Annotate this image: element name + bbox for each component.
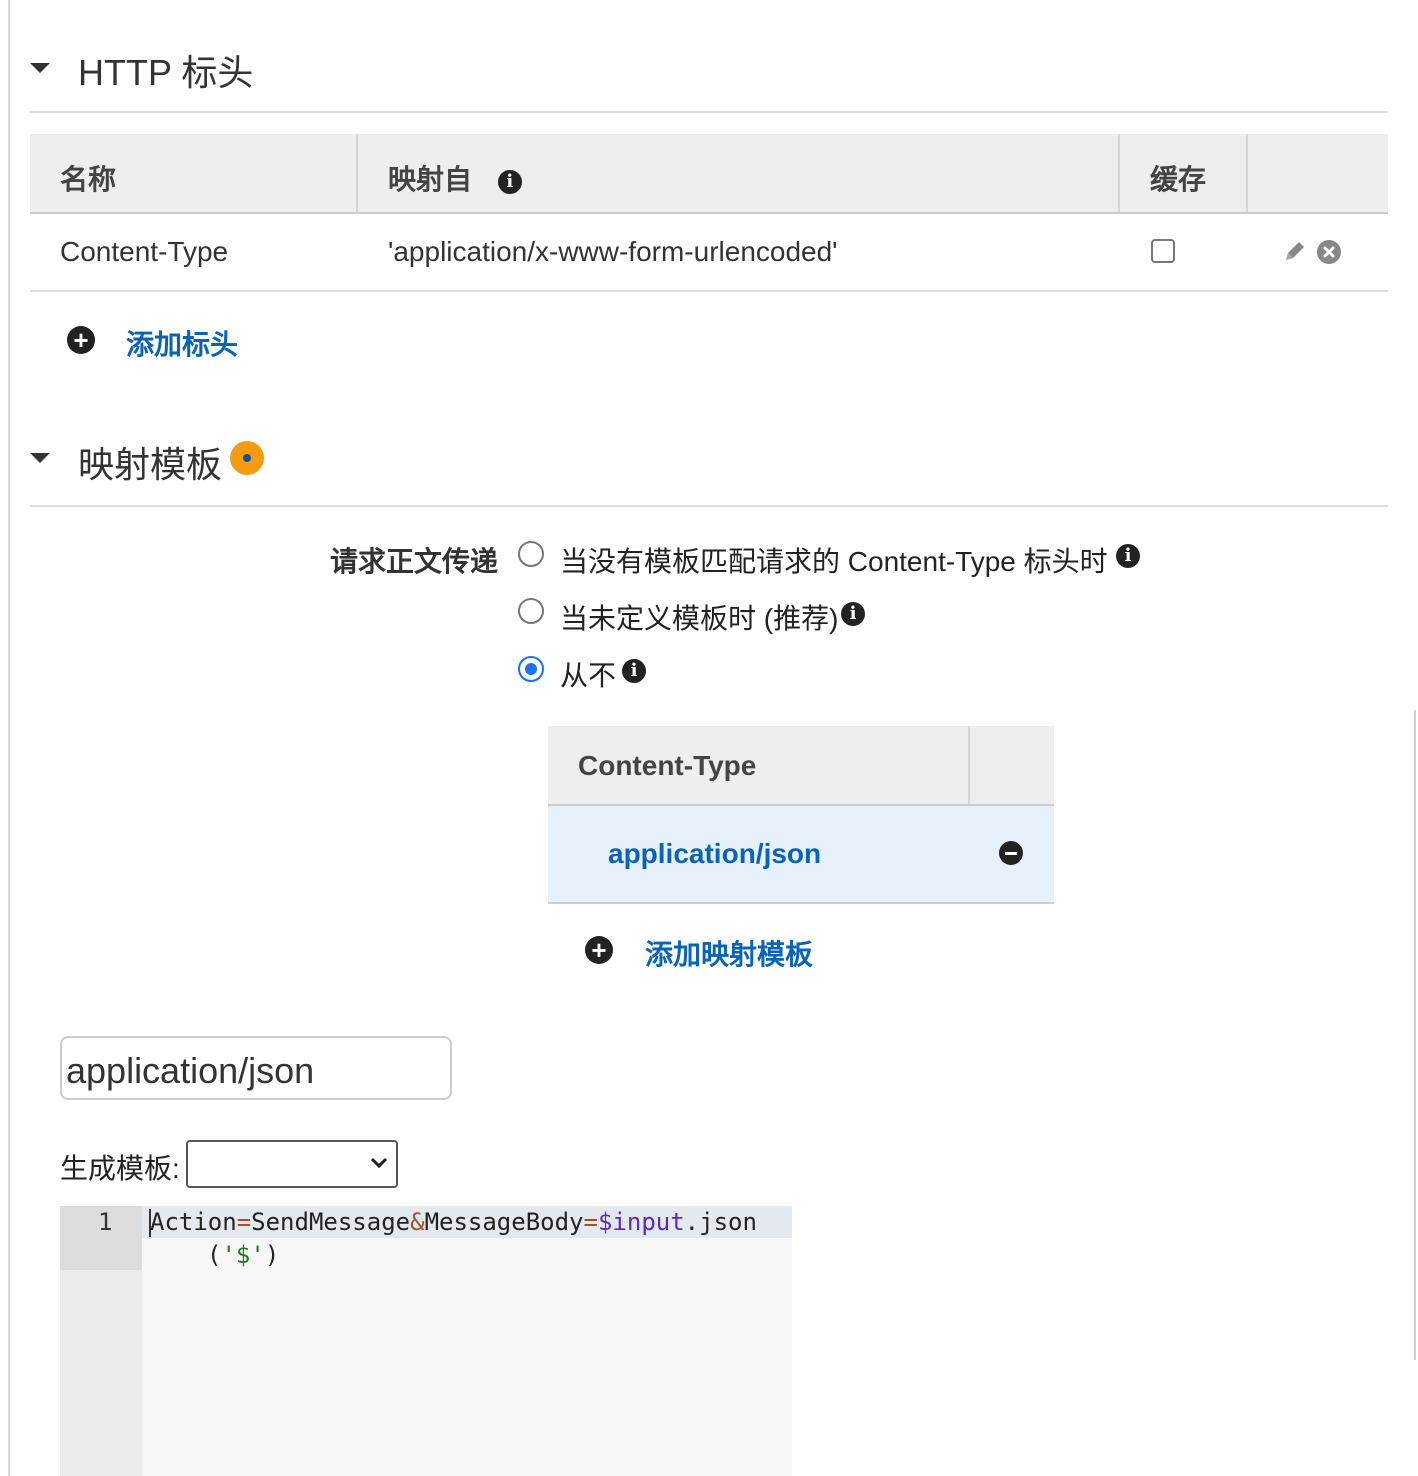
code-token: MessageBody xyxy=(424,1208,584,1236)
info-icon[interactable]: i xyxy=(622,659,646,683)
header-name: Content-Type xyxy=(60,236,229,267)
code-token: & xyxy=(410,1208,425,1236)
divider xyxy=(30,505,1388,507)
code-token: '$' xyxy=(221,1241,265,1269)
chevron-down-icon xyxy=(370,1157,388,1169)
remove-minus-icon[interactable] xyxy=(999,841,1023,865)
code-token: ( xyxy=(207,1241,222,1269)
code-line-1-wrap: ('$') xyxy=(207,1241,279,1269)
info-icon[interactable]: i xyxy=(1116,544,1140,568)
content-type-field[interactable]: application/json xyxy=(60,1036,452,1100)
radio-label: 从不 xyxy=(560,660,617,691)
code-line-1: Action=SendMessage&MessageBody=$input.js… xyxy=(150,1208,757,1236)
collapse-caret-icon[interactable] xyxy=(30,63,50,73)
passthrough-radio-when-no-match[interactable] xyxy=(518,541,544,567)
info-icon[interactable]: i xyxy=(497,170,522,194)
scrollbar[interactable] xyxy=(1414,710,1416,1360)
column-name-label: 名称 xyxy=(60,164,117,195)
column-name: 名称 xyxy=(30,134,358,212)
code-token: $input xyxy=(597,1208,685,1236)
column-mapped-from: 映射自 i xyxy=(358,134,1120,212)
add-circle-icon[interactable]: + xyxy=(67,326,95,354)
passthrough-radio-never[interactable] xyxy=(518,656,544,682)
column-caching-label: 缓存 xyxy=(1150,164,1207,195)
divider xyxy=(30,111,1388,113)
column-caching: 缓存 xyxy=(1120,134,1248,212)
column-mapped-from-label: 映射自 xyxy=(388,164,473,195)
line-number: 1 xyxy=(98,1208,113,1236)
collapse-caret-icon[interactable] xyxy=(30,453,50,463)
remove-circle-icon[interactable] xyxy=(1317,240,1341,264)
generate-template-select[interactable] xyxy=(186,1140,398,1188)
add-header-link[interactable]: 添加标头 xyxy=(126,323,238,363)
radio-label: 当未定义模板时 (推荐) xyxy=(560,603,839,634)
code-token: Action xyxy=(150,1208,237,1236)
content-type-field-value: application/json xyxy=(66,1050,315,1091)
code-token: = xyxy=(236,1208,252,1236)
unsaved-indicator-icon xyxy=(230,441,264,475)
radio-label: 当没有模板匹配请求的 Content-Type 标头时 xyxy=(560,546,1108,577)
header-mapped-from: 'application/x-www-form-urlencoded' xyxy=(388,236,838,267)
code-token: = xyxy=(583,1208,598,1236)
edit-pencil-icon[interactable] xyxy=(1282,238,1308,264)
info-icon[interactable]: i xyxy=(841,602,865,626)
content-type-column-label: Content-Type xyxy=(578,750,757,781)
page-left-border xyxy=(8,0,10,1476)
add-mapping-template-link[interactable]: 添加映射模板 xyxy=(645,933,813,973)
http-headers-title: HTTP 标头 xyxy=(78,52,254,93)
passthrough-label: 请求正文传递 xyxy=(330,546,499,577)
content-type-item[interactable]: application/json xyxy=(608,838,821,870)
generate-template-label: 生成模板: xyxy=(60,1153,180,1184)
caching-checkbox[interactable] xyxy=(1151,239,1175,263)
code-token: ) xyxy=(264,1241,280,1269)
mapping-templates-title: 映射模板 xyxy=(78,444,223,485)
passthrough-radio-when-no-templates[interactable] xyxy=(518,598,544,624)
code-token: .json xyxy=(684,1208,757,1236)
add-circle-icon[interactable]: + xyxy=(585,936,613,964)
code-token: SendMessage xyxy=(251,1208,411,1236)
